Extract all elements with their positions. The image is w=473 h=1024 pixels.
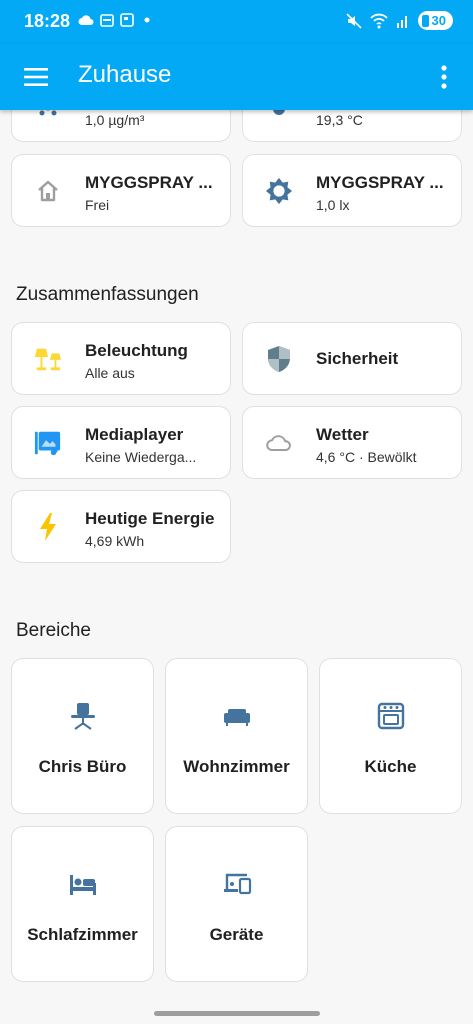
cloud-icon (265, 429, 293, 457)
tile-name: Mediaplayer (85, 425, 184, 444)
tile-state: 4,69 kWh (85, 533, 145, 549)
status-time: 18:28 (24, 11, 71, 31)
tile-state: Frei (85, 197, 110, 213)
sofa-icon (223, 709, 250, 726)
bed-icon (69, 875, 96, 895)
area-card-chris-buero[interactable]: Chris Büro (11, 658, 154, 814)
tile-security[interactable]: Sicherheit (242, 322, 462, 395)
brightness-icon (265, 177, 293, 205)
tile-state: 4,6 °C · Bewölkt (316, 449, 417, 465)
battery-indicator: 30 (417, 11, 453, 30)
area-card-wohnzimmer[interactable]: Wohnzimmer (165, 658, 308, 814)
particulate-icon (39, 110, 57, 116)
tile-occupancy[interactable]: MYGGSPRAY ... Frei (11, 154, 231, 227)
notification-icons (78, 13, 154, 27)
status-bar: 18:28 30 (0, 0, 473, 44)
app-notification-icon (120, 13, 134, 27)
area-card-geraete[interactable]: Geräte (165, 826, 308, 982)
app-bar: Zuhause (0, 44, 473, 110)
tile-mediaplayer[interactable]: Mediaplayer Keine Wiederga... (11, 406, 231, 479)
shield-icon (265, 345, 293, 373)
dot-icon (144, 17, 150, 23)
tile-temperature[interactable]: 19,3 °C (242, 110, 462, 142)
tile-name: Wetter (316, 425, 369, 444)
section-title-areas: Bereiche (16, 620, 91, 641)
cloud-notification-icon (78, 15, 94, 25)
area-name: Chris Büro (38, 757, 127, 776)
tile-state: 1,0 µg/m³ (85, 112, 145, 128)
gesture-bar[interactable] (154, 1011, 320, 1016)
menu-button[interactable] (22, 65, 50, 89)
desk-chair-icon (70, 703, 95, 730)
tile-state: Keine Wiederga... (85, 449, 197, 465)
wifi-icon (369, 13, 388, 28)
area-card-schlafzimmer[interactable]: Schlafzimmer (11, 826, 154, 982)
lightning-icon (34, 512, 62, 541)
system-icons: 30 (345, 11, 453, 30)
dashboard-content: 1,0 µg/m³ 19,3 °C MYGGSPRAY ... Frei MYG… (0, 110, 473, 1024)
overflow-menu-button[interactable] (439, 62, 449, 92)
tile-state: 19,3 °C (316, 112, 363, 128)
thermometer-icon (273, 110, 285, 115)
tile-name: Sicherheit (316, 349, 399, 368)
tile-weather[interactable]: Wetter 4,6 °C · Bewölkt (242, 406, 462, 479)
lamps-icon (34, 345, 62, 373)
tile-lighting[interactable]: Beleuchtung Alle aus (11, 322, 231, 395)
stove-icon (377, 702, 404, 730)
tile-illuminance[interactable]: MYGGSPRAY ... 1,0 lx (242, 154, 462, 227)
page-title: Zuhause (78, 61, 172, 88)
tile-energy[interactable]: Heutige Energie 4,69 kWh (11, 490, 231, 563)
signal-icon (396, 15, 407, 28)
calendar-notification-icon (100, 14, 114, 27)
tile-state: 1,0 lx (316, 197, 350, 213)
area-name: Schlafzimmer (27, 925, 138, 944)
devices-icon (223, 873, 251, 895)
tile-name: Heutige Energie (85, 509, 215, 528)
tile-name: MYGGSPRAY ... (316, 173, 444, 192)
tile-name: Beleuchtung (85, 341, 188, 360)
mute-icon (345, 12, 362, 29)
more-vert-icon (441, 65, 447, 89)
section-title-summaries: Zusammenfassungen (16, 284, 199, 305)
media-icon (34, 429, 62, 457)
area-name: Küche (364, 757, 417, 776)
hamburger-menu-icon (24, 68, 48, 86)
area-card-kueche[interactable]: Küche (319, 658, 462, 814)
tile-name: MYGGSPRAY ... (85, 173, 213, 192)
tile-particulate[interactable]: 1,0 µg/m³ (11, 110, 231, 142)
home-outline-icon (34, 177, 62, 205)
tile-state: Alle aus (85, 365, 135, 381)
area-name: Wohnzimmer (183, 757, 290, 776)
area-name: Geräte (209, 925, 264, 944)
